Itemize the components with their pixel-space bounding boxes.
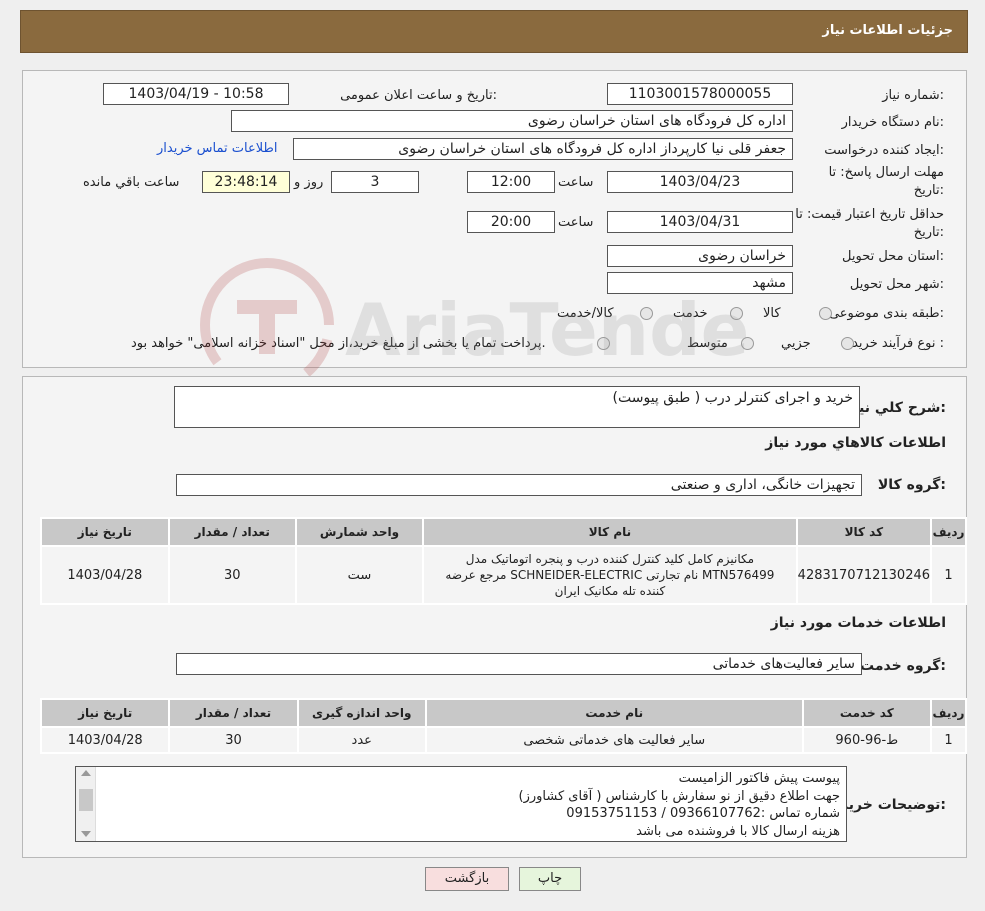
goods-table: رديف کد کالا نام کالا واحد شمارش تعداد /… — [40, 517, 967, 605]
process-radio-treasury[interactable] — [597, 337, 610, 350]
page-header: جزئیات اطلاعات نیاز — [20, 10, 968, 53]
validity-time-field: 20:00 — [467, 211, 555, 233]
process-note: پرداخت تمام یا بخشی از مبلغ خرید،از محل … — [131, 336, 546, 351]
notes-content: پیوست پیش فاکتور الزامیست جهت اطلاع دقیق… — [519, 770, 841, 840]
category-radio-service[interactable] — [730, 307, 743, 320]
goods-cell-name: مکانیزم کامل کلید کنترل کننده درب و پنجر… — [422, 545, 798, 605]
services-col-unit: واحد اندازه گیری — [296, 698, 427, 728]
goods-col-unit: واحد شمارش — [294, 517, 425, 547]
description-field: خرید و اجرای کنترلر درب ( طبق پیوست) — [174, 386, 860, 428]
category-label: طبقه بندی موضوعی: — [828, 306, 944, 321]
validity-date-field: 1403/04/31 — [607, 211, 793, 233]
services-col-name: نام خدمت — [424, 698, 804, 728]
services-cell-unit: عدد — [296, 726, 427, 754]
page-title: جزئیات اطلاعات نیاز — [822, 23, 953, 38]
category-option-service: خدمت — [673, 306, 708, 321]
goods-cell-code: 4283170712130246 — [795, 545, 933, 605]
goods-section-title: اطلاعات کالاهاي مورد نياز — [765, 435, 946, 451]
requester-field: جعفر قلی نیا کارپرداز اداره کل فرودگاه ه… — [293, 138, 793, 160]
goods-col-date: تاریخ نیاز — [40, 517, 170, 547]
goods-col-code: کد کالا — [795, 517, 933, 547]
services-col-row: رديف — [929, 698, 968, 728]
services-group-label: گروه خدمت: — [860, 658, 946, 674]
scroll-up-icon[interactable] — [81, 770, 91, 776]
goods-name-line-2: MTN576499 نام تجارتی SCHNEIDER-ELECTRIC … — [445, 568, 775, 582]
goods-col-qty: تعداد / مقدار — [167, 517, 297, 547]
services-col-date: تاریخ نیاز — [39, 698, 171, 728]
goods-cell-unit: ست — [294, 545, 425, 605]
process-label: نوع فرآیند خرید : — [852, 336, 944, 351]
deadline-time-label: ساعت — [558, 175, 594, 190]
need-number-field: 1103001578000055 — [607, 83, 793, 105]
category-radio-goods-service[interactable] — [640, 307, 653, 320]
goods-cell-row: 1 — [930, 545, 967, 605]
table-row: 1 4283170712130246 مکانیزم کامل کلید کنت… — [40, 545, 967, 605]
remaining-label: ساعت باقي مانده — [83, 175, 180, 190]
description-label: شرح کلي نياز: — [845, 400, 946, 416]
process-radio-medium[interactable] — [741, 337, 754, 350]
category-option-goods-service: کالا/خدمت — [557, 306, 614, 321]
requester-label: ایجاد کننده درخواست: — [824, 143, 944, 158]
services-section-title: اطلاعات خدمات مورد نياز — [770, 615, 946, 631]
goods-name-line-3: کننده تله مکانیک ایران — [554, 584, 666, 598]
goods-cell-qty: 30 — [167, 545, 297, 605]
services-table: رديف کد خدمت نام خدمت واحد اندازه گیری ت… — [39, 698, 968, 754]
province-field: خراسان رضوی — [607, 245, 793, 267]
goods-col-name: نام کالا — [422, 517, 798, 547]
process-radio-minor[interactable] — [841, 337, 854, 350]
print-button[interactable]: چاپ — [519, 867, 581, 891]
notes-scrollbar[interactable] — [76, 767, 96, 841]
deadline-label-2: تاریخ: — [913, 183, 944, 198]
process-option-medium: متوسط — [687, 336, 728, 351]
goods-name-line-1: مکانیزم کامل کلید کنترل کننده درب و پنجر… — [465, 552, 755, 566]
notes-line-2: جهت اطلاع دقیق از نو سفارش با کارشناس ( … — [518, 788, 841, 804]
city-field: مشهد — [607, 272, 793, 294]
goods-cell-date: 1403/04/28 — [40, 545, 170, 605]
services-cell-code: ط-96-960 — [801, 726, 932, 754]
days-field: 3 — [331, 171, 419, 193]
services-cell-name: سایر فعالیت های خدماتی شخصی — [424, 726, 804, 754]
announce-field: 1403/04/19 - 10:58 — [103, 83, 289, 105]
process-option-minor: جزیي — [781, 336, 811, 351]
goods-group-label: گروه کالا: — [877, 477, 946, 493]
notes-line-3: شماره تماس :09366107762 / 09153751153 — [566, 806, 840, 821]
notes-line-4: هزینه ارسال کالا با فروشنده می باشد — [636, 823, 840, 839]
details-panel: شرح کلي نياز: خرید و اجرای کنترلر درب ( … — [22, 376, 968, 858]
scroll-down-icon[interactable] — [81, 831, 91, 837]
table-row: 1 ط-96-960 سایر فعالیت های خدماتی شخصی ع… — [39, 726, 968, 754]
deadline-time-field: 12:00 — [467, 171, 555, 193]
services-cell-row: 1 — [929, 726, 968, 754]
notes-line-1: پیوست پیش فاکتور الزامیست — [678, 771, 840, 786]
buyer-org-field: اداره کل فرودگاه های استان خراسان رضوی — [231, 110, 793, 132]
buyer-org-label: نام دستگاه خریدار: — [841, 115, 944, 130]
goods-group-field: تجهیزات خانگی، اداری و صنعتی — [176, 474, 862, 496]
validity-label-2: تاریخ: — [913, 225, 944, 240]
deadline-date-field: 1403/04/23 — [607, 171, 793, 193]
notes-textarea[interactable]: پیوست پیش فاکتور الزامیست جهت اطلاع دقیق… — [75, 766, 847, 842]
services-col-code: کد خدمت — [801, 698, 932, 728]
announce-label: تاریخ و ساعت اعلان عمومی: — [340, 88, 497, 103]
remaining-time-field: 23:48:14 — [202, 171, 290, 193]
validity-time-label: ساعت — [558, 215, 594, 230]
back-button[interactable]: بازگشت — [425, 867, 509, 891]
buyer-contact-link[interactable]: اطلاعات تماس خریدار — [157, 141, 277, 156]
need-number-label: شماره نیاز: — [882, 88, 944, 103]
services-cell-date: 1403/04/28 — [39, 726, 171, 754]
validity-label: حداقل تاریخ اعتبار قیمت: تا — [795, 207, 944, 222]
info-panel: شماره نیاز: 1103001578000055 تاریخ و ساع… — [22, 70, 967, 368]
category-radio-goods[interactable] — [819, 307, 832, 320]
city-label: شهر محل تحویل: — [849, 277, 944, 292]
services-col-qty: تعداد / مقدار — [168, 698, 299, 728]
goods-col-row: رديف — [930, 517, 967, 547]
services-cell-qty: 30 — [168, 726, 299, 754]
province-label: استان محل تحویل: — [842, 249, 944, 264]
days-label: روز و — [294, 175, 324, 190]
deadline-label: مهلت ارسال پاسخ: تا — [828, 165, 944, 180]
scroll-thumb[interactable] — [79, 789, 93, 811]
category-option-goods: کالا — [763, 306, 781, 321]
services-group-field: سایر فعالیت‌های خدماتی — [176, 653, 862, 675]
